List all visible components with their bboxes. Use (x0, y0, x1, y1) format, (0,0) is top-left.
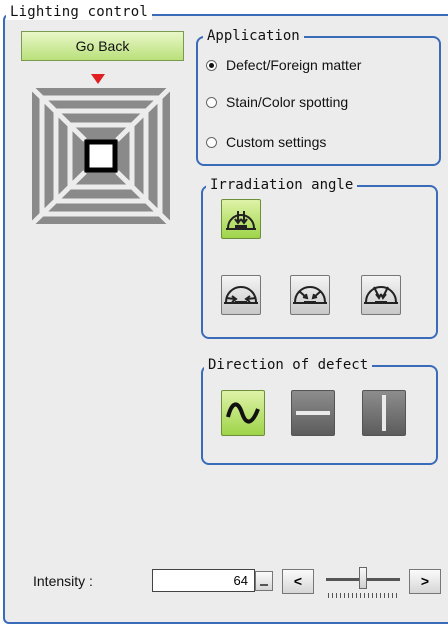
radio-stain-color-spotting[interactable]: Stain/Color spotting (206, 92, 348, 112)
intensity-slider[interactable] (324, 566, 402, 602)
irradiation-angle-low-button[interactable] (221, 275, 261, 315)
go-back-button[interactable]: Go Back (21, 31, 184, 61)
radio-button[interactable] (206, 96, 217, 108)
radio-custom-settings[interactable]: Custom settings (206, 132, 326, 152)
medium-angle-light-icon (293, 286, 327, 304)
intensity-decrement-button[interactable]: < (282, 569, 314, 594)
radio-button-selected[interactable] (206, 59, 217, 71)
irradiation-angle-medium-button[interactable] (290, 275, 330, 315)
radio-label: Custom settings (226, 134, 327, 150)
intensity-keypad-button[interactable] (255, 571, 273, 591)
radio-button[interactable] (206, 136, 217, 148)
wave-icon (226, 402, 260, 424)
vertical-line-icon (382, 395, 386, 431)
slider-thumb[interactable] (359, 567, 367, 589)
high-angle-light-icon (364, 286, 398, 304)
radio-defect-foreign-matter[interactable]: Defect/Foreign matter (206, 55, 361, 75)
irradiation-angle-coaxial-button[interactable] (221, 199, 261, 239)
radio-label: Stain/Color spotting (226, 94, 349, 110)
intensity-increment-button[interactable]: > (409, 569, 441, 594)
direction-of-defect-group-title: Direction of defect (204, 357, 373, 373)
keypad-icon (260, 584, 268, 586)
direction-any-button[interactable] (221, 390, 265, 436)
direction-horizontal-button[interactable] (291, 390, 335, 436)
irradiation-angle-group-title: Irradiation angle (206, 177, 358, 193)
horizontal-line-icon (296, 411, 330, 415)
irradiation-angle-high-button[interactable] (361, 275, 401, 315)
intensity-label: Intensity : (33, 573, 93, 589)
application-group-title: Application (203, 28, 304, 44)
ring-light-diagram (32, 88, 170, 224)
panel-title: Lighting control (6, 4, 153, 20)
slider-ticks (328, 593, 398, 598)
center-spot (84, 139, 118, 173)
low-angle-light-icon (224, 286, 258, 304)
coaxial-light-icon (226, 211, 256, 230)
direction-vertical-button[interactable] (362, 390, 406, 436)
light-position-indicator-icon (91, 74, 105, 84)
intensity-input[interactable]: 64 (152, 569, 255, 592)
radio-label: Defect/Foreign matter (226, 57, 362, 73)
